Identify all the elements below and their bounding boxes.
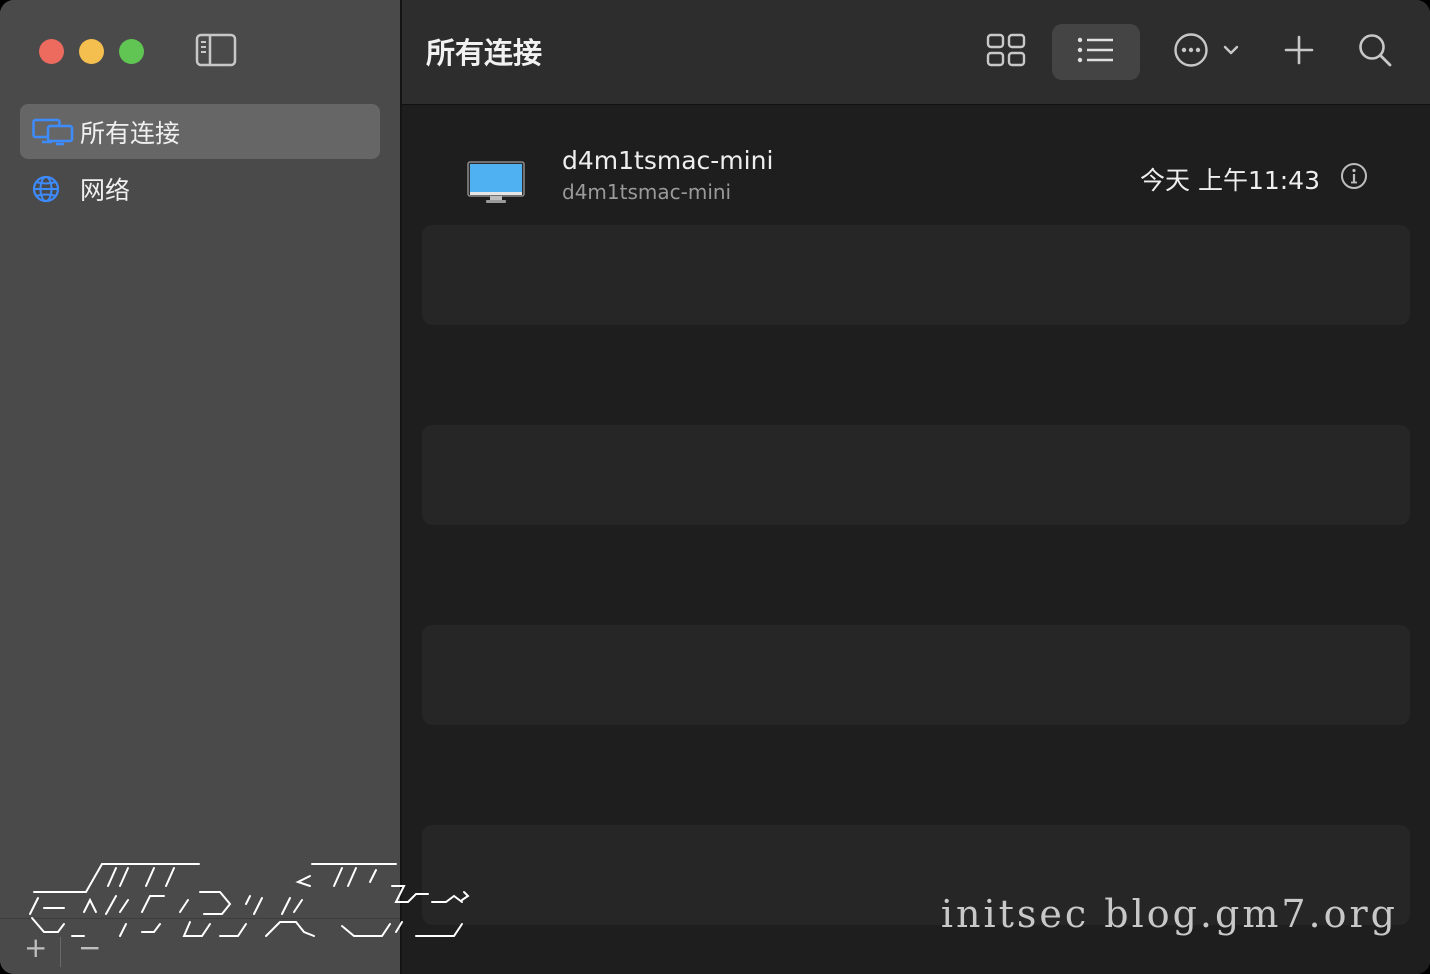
globe-icon — [32, 174, 76, 204]
app-window: 所有连接 网络 + − 所有连接 d4m1tsmac-mini d4m1tsma… — [0, 0, 1430, 974]
info-icon[interactable] — [1340, 162, 1368, 190]
sidebar-toggle-icon[interactable] — [195, 33, 237, 67]
sidebar-item-network[interactable]: 网络 — [20, 161, 380, 216]
connection-row[interactable]: d4m1tsmac-mini d4m1tsmac-mini 今天 上午11:43 — [422, 105, 1410, 205]
sidebar-item-label: 所有连接 — [80, 118, 181, 148]
sidebar-item-label: 网络 — [80, 175, 131, 205]
more-menu-icon — [1173, 32, 1243, 72]
list-view-button[interactable] — [1052, 24, 1140, 80]
sidebar: 所有连接 网络 + − — [0, 0, 402, 974]
more-menu-button[interactable] — [1172, 24, 1244, 80]
toolbar: 所有连接 — [402, 0, 1430, 105]
close-window-button[interactable] — [39, 39, 64, 64]
grid-view-icon — [986, 33, 1026, 71]
connection-time: 今天 上午11:43 — [1140, 166, 1320, 195]
watermark-text: initsec blog.gm7.org — [940, 892, 1398, 936]
add-icon — [1283, 34, 1315, 70]
search-button[interactable] — [1352, 24, 1398, 80]
sidebar-nav: 所有连接 网络 — [20, 104, 380, 218]
page-title: 所有连接 — [426, 36, 543, 70]
sidebar-item-all-connections[interactable]: 所有连接 — [20, 104, 380, 159]
zoom-window-button[interactable] — [119, 39, 144, 64]
connection-subtitle: d4m1tsmac-mini — [562, 180, 732, 204]
add-connection-button[interactable] — [1276, 24, 1322, 80]
empty-row-placeholder — [422, 425, 1410, 525]
list-view-icon — [1077, 36, 1115, 68]
connection-name: d4m1tsmac-mini — [562, 146, 774, 175]
grid-view-button[interactable] — [978, 24, 1034, 80]
window-controls — [39, 39, 144, 64]
displays-icon — [32, 117, 76, 147]
empty-row-placeholder — [422, 325, 1410, 425]
ascii-art-watermark — [29, 863, 470, 937]
connection-list: d4m1tsmac-mini d4m1tsmac-mini 今天 上午11:43 — [402, 105, 1430, 974]
empty-row-placeholder — [422, 225, 1410, 325]
empty-row-placeholder — [422, 725, 1410, 825]
empty-row-placeholder — [422, 625, 1410, 725]
empty-row-placeholder — [422, 525, 1410, 625]
search-icon — [1357, 32, 1393, 72]
monitor-icon — [466, 160, 526, 206]
minimize-window-button[interactable] — [79, 39, 104, 64]
